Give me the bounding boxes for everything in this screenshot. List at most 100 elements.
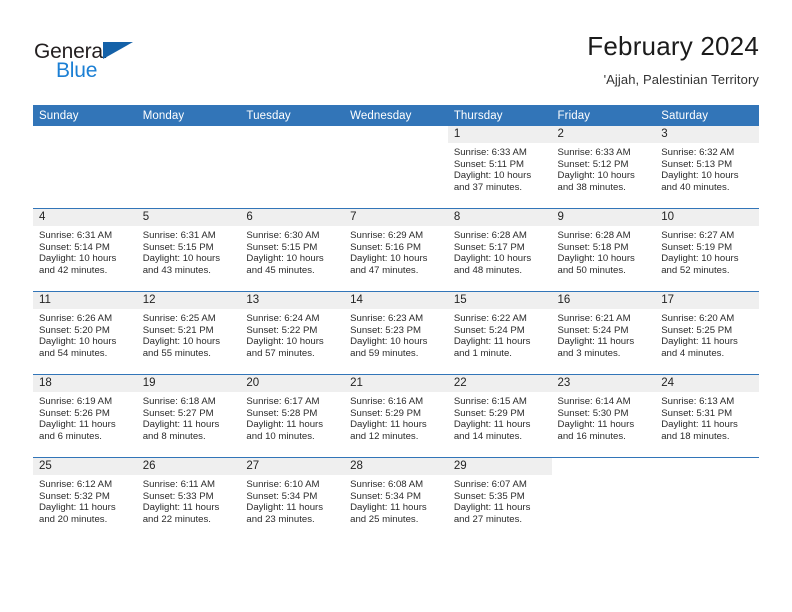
sunrise-text: Sunrise: 6:18 AM <box>142 396 216 407</box>
day-number: 4 <box>33 209 137 226</box>
weekday-header-thursday: Thursday <box>447 105 552 126</box>
sunrise-text: Sunrise: 6:22 AM <box>453 313 527 324</box>
sunrise-text: Sunrise: 6:11 AM <box>142 479 216 490</box>
sunrise-text: Sunrise: 6:17 AM <box>246 396 320 407</box>
sunset-text: Sunset: 5:32 PM <box>39 490 110 502</box>
daylight-text-line2: and 8 minutes. <box>142 430 206 442</box>
title-block: February 2024 'Ajjah, Palestinian Territ… <box>587 32 759 87</box>
calendar-day-cell[interactable]: 22 Sunrise: 6:15 AM Sunset: 5:29 PM Dayligh… <box>447 374 552 458</box>
day-cell-inner: 9 Sunrise: 6:28 AM Sunset: 5:18 PM Daylight… <box>551 209 656 291</box>
calendar-day-cell[interactable]: 13 Sunrise: 6:24 AM Sunset: 5:22 PM Dayligh… <box>240 291 345 375</box>
calendar-day-cell[interactable]: 14 Sunrise: 6:23 AM Sunset: 5:23 PM Dayligh… <box>344 291 448 375</box>
day-number: 26 <box>136 458 241 475</box>
day-cell-inner: 5 Sunrise: 6:31 AM Sunset: 5:15 PM Daylight… <box>136 209 241 291</box>
day-sun-details: Sunrise: 6:15 AM Sunset: 5:29 PM Daylight:… <box>448 392 552 442</box>
sunrise-text: Sunrise: 6:31 AM <box>142 230 216 241</box>
sunset-text: Sunset: 5:23 PM <box>350 324 422 336</box>
daylight-text-line1: Daylight: 10 hours <box>39 253 117 265</box>
sunrise-text: Sunrise: 6:31 AM <box>39 230 113 241</box>
day-cell-inner: 18 Sunrise: 6:19 AM Sunset: 5:26 PM Dayligh… <box>33 375 137 457</box>
daylight-text-line1: Daylight: 10 hours <box>661 253 739 265</box>
day-sun-details: Sunrise: 6:14 AM Sunset: 5:30 PM Daylight:… <box>552 392 656 442</box>
page-title: February 2024 <box>587 31 759 61</box>
day-number: 27 <box>240 458 345 475</box>
calendar-day-cell[interactable]: 29 Sunrise: 6:07 AM Sunset: 5:35 PM Dayligh… <box>447 457 552 540</box>
daylight-text-line1: Daylight: 10 hours <box>350 253 428 265</box>
calendar-day-cell[interactable]: 4 Sunrise: 6:31 AM Sunset: 5:14 PM Daylight… <box>33 208 137 292</box>
daylight-text-line2: and 12 minutes. <box>350 430 419 442</box>
calendar-day-cell[interactable]: 28 Sunrise: 6:08 AM Sunset: 5:34 PM Dayligh… <box>344 457 448 540</box>
calendar-day-cell[interactable]: 23 Sunrise: 6:14 AM Sunset: 5:30 PM Dayligh… <box>551 374 656 458</box>
general-blue-logo[interactable]: General Blue <box>34 40 154 84</box>
weekday-header-saturday: Saturday <box>655 105 759 126</box>
calendar-day-cell[interactable]: 16 Sunrise: 6:21 AM Sunset: 5:24 PM Dayligh… <box>551 291 656 375</box>
day-sun-details: Sunrise: 6:27 AM Sunset: 5:19 PM Daylight:… <box>655 226 759 276</box>
calendar-day-cell[interactable]: 8 Sunrise: 6:28 AM Sunset: 5:17 PM Daylight… <box>447 208 552 292</box>
day-sun-details: Sunrise: 6:31 AM Sunset: 5:15 PM Daylight:… <box>137 226 241 276</box>
calendar-day-cell[interactable]: 11 Sunrise: 6:26 AM Sunset: 5:20 PM Dayligh… <box>33 291 137 375</box>
daylight-text-line1: Daylight: 10 hours <box>453 170 532 182</box>
sunset-text: Sunset: 5:24 PM <box>453 324 525 336</box>
day-number: 22 <box>447 375 552 392</box>
day-sun-details: Sunrise: 6:18 AM Sunset: 5:27 PM Daylight:… <box>137 392 241 442</box>
daylight-text-line1: Daylight: 11 hours <box>453 419 531 431</box>
daylight-text-line1: Daylight: 10 hours <box>557 170 635 182</box>
day-sun-details: Sunrise: 6:28 AM Sunset: 5:17 PM Daylight:… <box>448 226 552 276</box>
sunset-text: Sunset: 5:29 PM <box>453 407 525 419</box>
day-cell-inner <box>136 126 241 208</box>
day-cell-inner: 23 Sunrise: 6:14 AM Sunset: 5:30 PM Dayligh… <box>551 375 656 457</box>
sunset-text: Sunset: 5:34 PM <box>350 490 422 502</box>
day-number <box>33 126 137 143</box>
sunrise-text: Sunrise: 6:13 AM <box>661 396 735 407</box>
day-cell-inner <box>344 126 448 208</box>
sunset-text: Sunset: 5:14 PM <box>39 241 110 253</box>
daylight-text-line2: and 37 minutes. <box>453 181 523 193</box>
calendar-day-cell[interactable]: 19 Sunrise: 6:18 AM Sunset: 5:27 PM Dayligh… <box>136 374 241 458</box>
calendar-day-cell[interactable]: 1 Sunrise: 6:33 AM Sunset: 5:11 PM Daylight… <box>447 126 552 209</box>
sunrise-text: Sunrise: 6:29 AM <box>350 230 424 241</box>
sunrise-text: Sunrise: 6:20 AM <box>661 313 735 324</box>
calendar-day-cell[interactable]: 26 Sunrise: 6:11 AM Sunset: 5:33 PM Dayligh… <box>136 457 241 540</box>
daylight-text-line1: Daylight: 10 hours <box>142 253 221 265</box>
daylight-text-line1: Daylight: 10 hours <box>39 336 117 348</box>
calendar-day-cell[interactable]: 24 Sunrise: 6:13 AM Sunset: 5:31 PM Dayligh… <box>655 374 759 458</box>
sunrise-text: Sunrise: 6:07 AM <box>453 479 527 490</box>
calendar-day-cell[interactable]: 2 Sunrise: 6:33 AM Sunset: 5:12 PM Daylight… <box>551 126 656 209</box>
sunset-text: Sunset: 5:28 PM <box>246 407 318 419</box>
daylight-text-line1: Daylight: 11 hours <box>557 336 635 348</box>
calendar-day-cell[interactable]: 20 Sunrise: 6:17 AM Sunset: 5:28 PM Dayligh… <box>240 374 345 458</box>
calendar-day-cell[interactable]: 27 Sunrise: 6:10 AM Sunset: 5:34 PM Dayligh… <box>240 457 345 540</box>
calendar-day-cell[interactable]: 6 Sunrise: 6:30 AM Sunset: 5:15 PM Daylight… <box>240 208 345 292</box>
sunrise-text: Sunrise: 6:19 AM <box>39 396 113 407</box>
daylight-text-line1: Daylight: 11 hours <box>350 502 427 514</box>
day-cell-inner: 26 Sunrise: 6:11 AM Sunset: 5:33 PM Dayligh… <box>136 458 241 540</box>
daylight-text-line2: and 38 minutes. <box>557 181 626 193</box>
day-sun-details: Sunrise: 6:28 AM Sunset: 5:18 PM Daylight:… <box>552 226 656 276</box>
day-number: 21 <box>344 375 448 392</box>
sunset-text: Sunset: 5:21 PM <box>142 324 214 336</box>
calendar-day-cell[interactable]: 25 Sunrise: 6:12 AM Sunset: 5:32 PM Dayligh… <box>33 457 137 540</box>
calendar-day-cell[interactable]: 5 Sunrise: 6:31 AM Sunset: 5:15 PM Daylight… <box>136 208 241 292</box>
day-cell-inner: 25 Sunrise: 6:12 AM Sunset: 5:32 PM Dayligh… <box>33 458 137 540</box>
day-cell-inner <box>655 458 759 540</box>
calendar-day-cell[interactable]: 18 Sunrise: 6:19 AM Sunset: 5:26 PM Dayligh… <box>33 374 137 458</box>
daylight-text-line1: Daylight: 11 hours <box>39 502 116 514</box>
daylight-text-line1: Daylight: 10 hours <box>246 253 324 265</box>
day-cell-inner <box>551 458 656 540</box>
calendar-day-cell[interactable]: 10 Sunrise: 6:27 AM Sunset: 5:19 PM Dayligh… <box>655 208 759 292</box>
calendar-day-cell[interactable]: 12 Sunrise: 6:25 AM Sunset: 5:21 PM Dayligh… <box>136 291 241 375</box>
daylight-text-line2: and 10 minutes. <box>246 430 315 442</box>
day-cell-inner: 7 Sunrise: 6:29 AM Sunset: 5:16 PM Daylight… <box>344 209 448 291</box>
day-cell-inner: 4 Sunrise: 6:31 AM Sunset: 5:14 PM Daylight… <box>33 209 137 291</box>
calendar-day-cell[interactable]: 21 Sunrise: 6:16 AM Sunset: 5:29 PM Dayligh… <box>344 374 448 458</box>
daylight-text-line2: and 40 minutes. <box>661 181 730 193</box>
calendar-day-cell[interactable]: 9 Sunrise: 6:28 AM Sunset: 5:18 PM Daylight… <box>551 208 656 292</box>
calendar-day-cell[interactable]: 15 Sunrise: 6:22 AM Sunset: 5:24 PM Dayligh… <box>447 291 552 375</box>
day-cell-inner: 24 Sunrise: 6:13 AM Sunset: 5:31 PM Dayligh… <box>655 375 759 457</box>
calendar-day-cell[interactable]: 17 Sunrise: 6:20 AM Sunset: 5:25 PM Dayligh… <box>655 291 759 375</box>
calendar-day-cell[interactable]: 3 Sunrise: 6:32 AM Sunset: 5:13 PM Daylight… <box>655 126 759 209</box>
sunset-text: Sunset: 5:33 PM <box>142 490 214 502</box>
sunset-text: Sunset: 5:20 PM <box>39 324 110 336</box>
day-number: 16 <box>551 292 656 309</box>
calendar-day-cell[interactable]: 7 Sunrise: 6:29 AM Sunset: 5:16 PM Daylight… <box>344 208 448 292</box>
